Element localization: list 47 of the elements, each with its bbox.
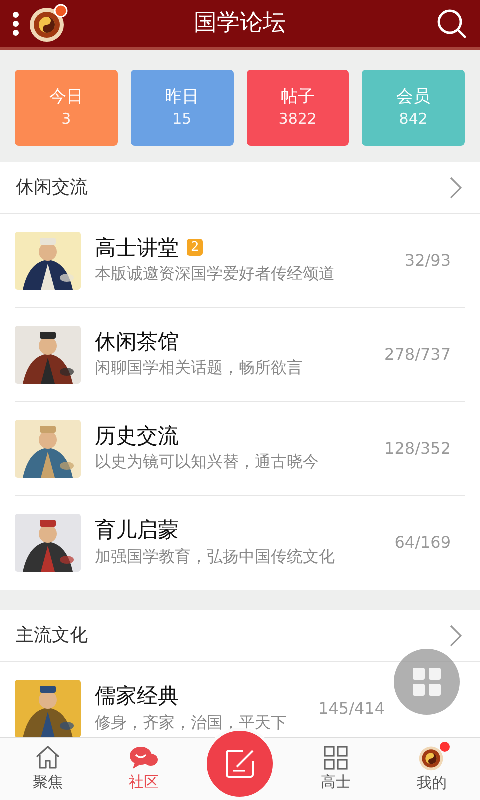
forum-description: 以史为镜可以知兴替，通古晓今 bbox=[95, 451, 320, 474]
logo-icon[interactable] bbox=[28, 4, 68, 44]
chevron-right-icon bbox=[450, 624, 462, 646]
search-icon[interactable] bbox=[436, 8, 468, 40]
grid-icon bbox=[412, 667, 442, 697]
nav-tab[interactable]: 聚焦 bbox=[0, 738, 96, 800]
menu-icon[interactable] bbox=[12, 10, 20, 36]
count-badge: 2 bbox=[187, 238, 204, 256]
forum-row[interactable]: 儒家经典 修身，齐家，治国，平天下 145/414 bbox=[15, 662, 465, 737]
forum-row[interactable]: 高士讲堂 2 本版诚邀资深国学爱好者传经颂道 32/93 bbox=[15, 214, 465, 308]
forum-name: 高士讲堂 bbox=[95, 236, 179, 260]
stat-label: 会员 bbox=[396, 86, 431, 108]
forum-row[interactable]: 育儿启蒙 加强国学教育，弘扬中国传统文化 64/169 bbox=[15, 496, 465, 590]
post-counts: 278/737 bbox=[384, 344, 451, 366]
nav-tab[interactable]: 高士 bbox=[288, 738, 384, 800]
stat-label: 帖子 bbox=[280, 86, 315, 108]
forum-description: 修身，齐家，治国，平天下 bbox=[95, 712, 288, 734]
forum-name: 休闲茶馆 bbox=[95, 330, 179, 354]
post-counts: 64/169 bbox=[394, 532, 451, 554]
stat-label: 今日 bbox=[49, 86, 84, 108]
nav-tab[interactable]: 社区 bbox=[96, 738, 192, 800]
chevron-right-icon bbox=[450, 176, 462, 198]
stat-value: 3 bbox=[62, 108, 72, 130]
forum-name: 育儿启蒙 bbox=[95, 518, 179, 542]
forum-name: 儒家经典 bbox=[95, 684, 179, 708]
stat-value: 15 bbox=[172, 108, 192, 130]
page-title: 国学论坛 bbox=[193, 9, 287, 38]
section-title: 主流文化 bbox=[16, 624, 88, 648]
nav-tab[interactable]: 我的 bbox=[384, 738, 480, 800]
edit-icon bbox=[223, 747, 257, 781]
post-counts: 145/414 bbox=[318, 698, 385, 720]
forum-description: 闲聊国学相关话题，畅所欲言 bbox=[95, 357, 304, 380]
post-counts: 128/352 bbox=[384, 438, 451, 460]
post-counts: 32/93 bbox=[404, 250, 451, 272]
forum-row[interactable]: 历史交流 以史为镜可以知兴替，通古晓今 128/352 bbox=[15, 402, 465, 496]
stat-value: 3822 bbox=[278, 108, 317, 130]
home-icon bbox=[35, 744, 61, 771]
forum-row[interactable]: 休闲茶馆 闲聊国学相关话题，畅所欲言 278/737 bbox=[15, 308, 465, 402]
forum-name: 历史交流 bbox=[95, 424, 179, 448]
section-title: 休闲交流 bbox=[16, 176, 88, 200]
community-icon bbox=[129, 744, 159, 771]
stat-value: 842 bbox=[399, 108, 428, 130]
forum-description: 加强国学教育，弘扬中国传统文化 bbox=[95, 546, 336, 568]
forum-description: 本版诚邀资深国学爱好者传经颂道 bbox=[95, 263, 336, 286]
stat-label: 昨日 bbox=[165, 86, 200, 108]
grid-icon bbox=[323, 744, 349, 771]
section-header[interactable]: 休闲交流 bbox=[0, 162, 480, 214]
